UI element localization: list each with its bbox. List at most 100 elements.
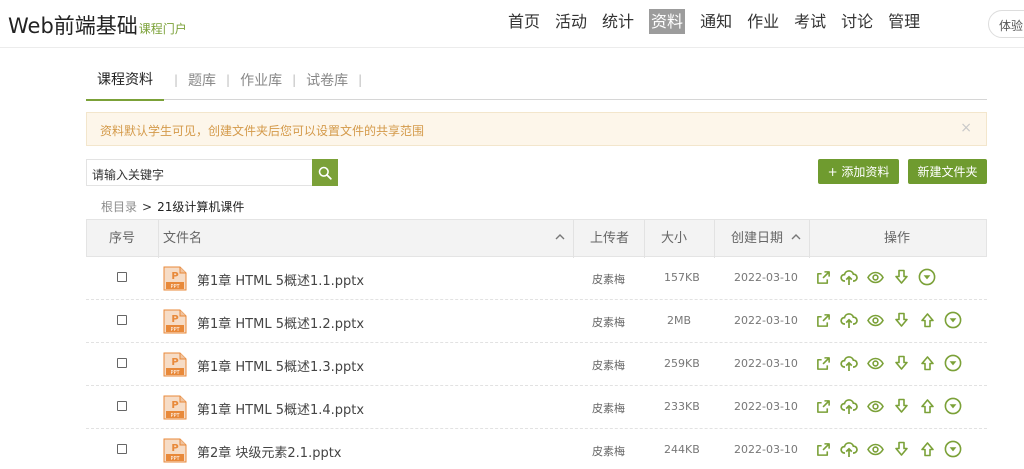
file-name[interactable]: 第1章 HTML 5概述1.1.pptx xyxy=(197,270,364,289)
row-checkbox[interactable] xyxy=(117,315,127,325)
move-up-arrow-icon[interactable] xyxy=(918,311,936,329)
close-icon[interactable]: × xyxy=(960,120,972,136)
nav-item[interactable]: 统计 xyxy=(602,9,634,34)
tab-separator: | xyxy=(292,72,297,87)
row-checkbox[interactable] xyxy=(117,401,127,411)
more-dropdown-icon[interactable] xyxy=(944,397,962,415)
file-name[interactable]: 第1章 HTML 5概述1.2.pptx xyxy=(197,313,364,332)
sort-caret-icon[interactable] xyxy=(553,230,567,246)
file-name[interactable]: 第1章 HTML 5概述1.4.pptx xyxy=(197,399,364,418)
nav-item[interactable]: 管理 xyxy=(888,9,920,34)
add-resource-button[interactable]: + 添加资料 xyxy=(818,159,899,184)
breadcrumb-current: 21级计算机课件 xyxy=(157,200,245,214)
nav-item[interactable]: 活动 xyxy=(555,9,587,34)
search-input[interactable]: 请输入关键字 xyxy=(86,159,312,186)
col-created-header[interactable]: 创建日期 xyxy=(731,220,783,258)
nav-item[interactable]: 通知 xyxy=(700,9,732,34)
sort-caret-icon[interactable] xyxy=(789,230,803,246)
cloud-upload-icon[interactable] xyxy=(840,268,858,286)
course-brand[interactable]: Web前端基础课程门户 xyxy=(8,10,187,40)
file-size: 157KB xyxy=(664,271,700,284)
preview-eye-icon[interactable] xyxy=(866,354,884,372)
created-date: 2022-03-10 xyxy=(734,443,798,456)
file-size: 244KB xyxy=(664,443,700,456)
download-arrow-icon[interactable] xyxy=(892,397,910,415)
preview-eye-icon[interactable] xyxy=(866,440,884,458)
row-checkbox[interactable] xyxy=(117,272,127,282)
open-external-icon[interactable] xyxy=(814,397,832,415)
cloud-upload-icon[interactable] xyxy=(840,440,858,458)
open-external-icon[interactable] xyxy=(814,354,832,372)
more-dropdown-icon[interactable] xyxy=(918,268,936,286)
nav-item[interactable]: 首页 xyxy=(508,9,540,34)
ppt-file-icon: P PPT xyxy=(162,266,188,291)
more-dropdown-icon[interactable] xyxy=(944,311,962,329)
file-name[interactable]: 第2章 块级元素2.1.pptx xyxy=(197,442,342,461)
cloud-upload-icon[interactable] xyxy=(840,397,858,415)
download-arrow-icon[interactable] xyxy=(892,354,910,372)
table-row: P PPT 第1章 HTML 5概述1.4.pptx 皮素梅 233KB 2022-03-… xyxy=(86,386,987,429)
col-actions-header: 操作 xyxy=(884,231,911,246)
download-arrow-icon[interactable] xyxy=(892,440,910,458)
move-up-arrow-icon[interactable] xyxy=(918,354,936,372)
nav-item[interactable]: 考试 xyxy=(794,9,826,34)
file-size: 259KB xyxy=(664,357,700,370)
column-divider xyxy=(644,220,645,258)
row-checkbox[interactable] xyxy=(117,444,127,454)
experience-button[interactable]: 体验 xyxy=(988,10,1024,38)
created-date: 2022-03-10 xyxy=(734,314,798,327)
download-arrow-icon[interactable] xyxy=(892,268,910,286)
col-index-header: 序号 xyxy=(109,231,136,246)
nav-item[interactable]: 资料 xyxy=(649,9,686,34)
ppt-file-icon: P PPT xyxy=(162,395,188,420)
svg-text:P: P xyxy=(171,357,178,368)
column-divider xyxy=(809,220,810,258)
preview-eye-icon[interactable] xyxy=(866,268,884,286)
nav-item[interactable]: 讨论 xyxy=(841,9,873,34)
table-row: P PPT 第2章 块级元素2.1.pptx 皮素梅 244KB 2022-03-10 xyxy=(86,429,987,469)
svg-text:P: P xyxy=(171,271,178,282)
tab-item[interactable]: 试卷库 xyxy=(306,70,348,90)
move-up-arrow-icon[interactable] xyxy=(918,440,936,458)
tab-item[interactable]: 题库 xyxy=(188,70,216,90)
tab-item[interactable]: 作业库 xyxy=(240,70,282,90)
tab-item[interactable]: 课程资料 xyxy=(86,60,164,101)
file-type-badge: PPT xyxy=(170,327,180,333)
top-bar: Web前端基础课程门户 首页 活动 统计 资料 通知 作业 考试 讨论 管理 体验 xyxy=(0,0,1024,48)
more-dropdown-icon[interactable] xyxy=(944,354,962,372)
file-name[interactable]: 第1章 HTML 5概述1.3.pptx xyxy=(197,356,364,375)
move-up-arrow-icon[interactable] xyxy=(918,397,936,415)
notice-text: 资料默认学生可见，创建文件夹后您可以设置文件的共享范围 xyxy=(100,124,425,138)
table-row: P PPT 第1章 HTML 5概述1.1.pptx 皮素梅 157KB 2022-03-… xyxy=(86,257,987,300)
svg-text:P: P xyxy=(171,443,178,454)
created-date: 2022-03-10 xyxy=(734,271,798,284)
preview-eye-icon[interactable] xyxy=(866,311,884,329)
course-portal-label: 课程门户 xyxy=(138,22,187,36)
file-type-badge: PPT xyxy=(170,456,180,462)
row-actions xyxy=(814,397,970,415)
download-arrow-icon[interactable] xyxy=(892,311,910,329)
new-folder-button[interactable]: 新建文件夹 xyxy=(908,159,987,184)
col-filename-header[interactable]: 文件名 xyxy=(163,220,202,258)
col-size-header: 大小 xyxy=(661,231,688,246)
open-external-icon[interactable] xyxy=(814,311,832,329)
col-uploader-header: 上传者 xyxy=(590,231,630,246)
breadcrumb: 根目录 >21级计算机课件 xyxy=(101,198,244,215)
more-dropdown-icon[interactable] xyxy=(944,440,962,458)
open-external-icon[interactable] xyxy=(814,440,832,458)
course-title: Web前端基础 xyxy=(8,14,138,38)
uploader-name: 皮素梅 xyxy=(592,316,625,329)
svg-text:P: P xyxy=(171,400,178,411)
search-button[interactable] xyxy=(312,159,338,186)
preview-eye-icon[interactable] xyxy=(866,397,884,415)
breadcrumb-root-link[interactable]: 根目录 xyxy=(101,200,137,214)
ppt-file-icon: P PPT xyxy=(162,352,188,377)
cloud-upload-icon[interactable] xyxy=(840,354,858,372)
uploader-name: 皮素梅 xyxy=(592,445,625,458)
table-header: 序号 文件名 上传者 大小 创建日期 操作 xyxy=(86,219,987,258)
open-external-icon[interactable] xyxy=(814,268,832,286)
nav-item[interactable]: 作业 xyxy=(747,9,779,34)
cloud-upload-icon[interactable] xyxy=(840,311,858,329)
column-divider xyxy=(714,220,715,258)
row-checkbox[interactable] xyxy=(117,358,127,368)
